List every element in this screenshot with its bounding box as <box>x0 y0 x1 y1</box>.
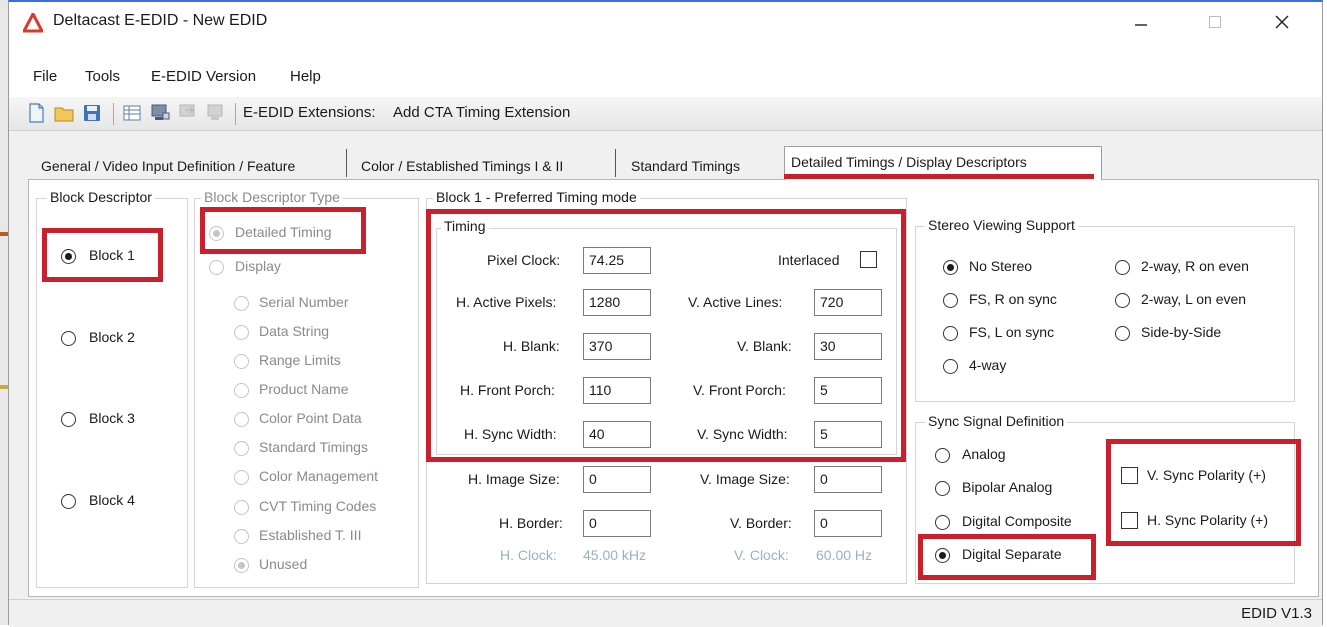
h-clock-label: H. Clock: <box>500 547 557 563</box>
monitor-icon[interactable] <box>149 102 171 124</box>
side-by-side-radio[interactable] <box>1115 326 1130 341</box>
minimize-icon[interactable] <box>1118 6 1164 38</box>
open-folder-icon[interactable] <box>53 102 75 124</box>
side-by-side-label: Side-by-Side <box>1141 324 1222 340</box>
table-icon[interactable] <box>121 102 143 124</box>
no-stereo-radio[interactable] <box>943 260 958 275</box>
maximize-icon[interactable] <box>1192 6 1238 38</box>
cvt-timing-codes-label: CVT Timing Codes <box>259 498 377 514</box>
edid-version-status: EDID V1.3 <box>1241 605 1312 622</box>
no-stereo-label: No Stereo <box>969 258 1033 274</box>
two-way-l-even-radio[interactable] <box>1115 293 1130 308</box>
block-3-radio[interactable] <box>61 412 76 427</box>
add-cta-extension-button[interactable]: Add CTA Timing Extension <box>393 104 570 121</box>
display-label: Display <box>235 258 281 274</box>
v-clock-value: 60.00 Hz <box>816 547 873 563</box>
four-way-label: 4-way <box>969 357 1007 373</box>
range-limits-radio <box>234 354 249 369</box>
established-t3-radio <box>234 529 249 544</box>
close-icon[interactable] <box>1259 6 1305 38</box>
block-2-radio[interactable] <box>61 331 76 346</box>
bipolar-analog-radio[interactable] <box>935 481 950 496</box>
fs-l-on-sync-label: FS, L on sync <box>969 324 1055 340</box>
v-border-field[interactable]: 0 <box>814 510 882 537</box>
tab-general[interactable]: General / Video Input Definition / Featu… <box>35 153 301 179</box>
h-image-size-label: H. Image Size: <box>468 471 560 487</box>
disabled-monitor-2-icon <box>207 104 223 120</box>
unused-radio <box>234 558 249 573</box>
deltacast-logo-icon <box>23 13 43 33</box>
save-icon[interactable] <box>81 102 103 124</box>
block-descriptor-title: Block Descriptor <box>47 189 155 205</box>
v-border-label: V. Border: <box>730 515 792 531</box>
stereo-group <box>915 226 1295 402</box>
block-4-radio[interactable] <box>61 494 76 509</box>
v-image-size-label: V. Image Size: <box>700 471 790 487</box>
fs-r-on-sync-label: FS, R on sync <box>969 291 1057 307</box>
highlight-block-1 <box>42 228 163 282</box>
menu-eedid-version[interactable]: E-EDID Version <box>151 68 256 85</box>
highlight-sync-polarity <box>1106 439 1301 546</box>
tab-color-established[interactable]: Color / Established Timings I & II <box>355 153 569 179</box>
unused-label: Unused <box>259 556 308 572</box>
block-2-label: Block 2 <box>89 329 135 345</box>
cvt-timing-codes-radio <box>234 500 249 515</box>
color-point-data-label: Color Point Data <box>259 410 362 426</box>
h-border-field[interactable]: 0 <box>583 510 651 537</box>
digital-composite-radio[interactable] <box>935 515 950 530</box>
block-3-label: Block 3 <box>89 410 135 426</box>
analog-radio[interactable] <box>935 448 950 463</box>
highlight-digital-separate <box>918 534 1096 580</box>
block-type-title: Block Descriptor Type <box>201 189 343 205</box>
tab-standard-timings[interactable]: Standard Timings <box>625 153 746 179</box>
block-4-label: Block 4 <box>89 492 135 508</box>
range-limits-label: Range Limits <box>259 352 341 368</box>
data-string-label: Data String <box>259 323 330 339</box>
two-way-r-even-label: 2-way, R on even <box>1141 258 1249 274</box>
tab-detailed-timings[interactable]: Detailed Timings / Display Descriptors <box>785 149 1033 175</box>
established-t3-label: Established T. III <box>259 527 362 543</box>
h-image-size-field[interactable]: 0 <box>583 466 651 493</box>
preferred-timing-title: Block 1 - Preferred Timing mode <box>433 189 640 205</box>
digital-composite-label: Digital Composite <box>962 513 1072 529</box>
background-window-edge <box>0 0 8 625</box>
menu-file[interactable]: File <box>33 68 57 85</box>
highlight-detailed-timing <box>200 207 366 254</box>
fs-l-on-sync-radio[interactable] <box>943 326 958 341</box>
status-bar <box>9 599 1322 627</box>
two-way-r-even-radio[interactable] <box>1115 260 1130 275</box>
analog-label: Analog <box>962 446 1006 462</box>
display-radio <box>209 260 224 275</box>
stereo-title: Stereo Viewing Support <box>925 217 1078 233</box>
bipolar-analog-label: Bipolar Analog <box>962 479 1053 495</box>
fs-r-on-sync-radio[interactable] <box>943 293 958 308</box>
highlight-timing <box>426 209 906 462</box>
serial-number-label: Serial Number <box>259 294 349 310</box>
new-file-icon[interactable] <box>25 102 47 124</box>
v-image-size-field[interactable]: 0 <box>814 466 882 493</box>
product-name-label: Product Name <box>259 381 349 397</box>
color-management-label: Color Management <box>259 468 379 484</box>
standard-timings-label: Standard Timings <box>259 439 368 455</box>
color-management-radio <box>234 470 249 485</box>
four-way-radio[interactable] <box>943 359 958 374</box>
v-clock-label: V. Clock: <box>734 547 789 563</box>
extensions-label: E-EDID Extensions: <box>243 104 376 121</box>
product-name-radio <box>234 383 249 398</box>
app-window: Deltacast E-EDID - New EDID File Tools E… <box>8 0 1323 627</box>
tab-highlight-underline <box>784 174 1094 179</box>
h-clock-value: 45.00 kHz <box>583 547 647 563</box>
data-string-radio <box>234 325 249 340</box>
disabled-monitor-icon <box>179 104 195 117</box>
serial-number-radio <box>234 296 249 311</box>
menu-tools[interactable]: Tools <box>85 68 120 85</box>
standard-timings-radio <box>234 441 249 456</box>
sync-title: Sync Signal Definition <box>925 413 1068 429</box>
h-border-label: H. Border: <box>499 515 563 531</box>
two-way-l-even-label: 2-way, L on even <box>1141 291 1247 307</box>
window-title: Deltacast E-EDID - New EDID <box>53 12 268 29</box>
menu-help[interactable]: Help <box>290 68 321 85</box>
color-point-data-radio <box>234 412 249 427</box>
